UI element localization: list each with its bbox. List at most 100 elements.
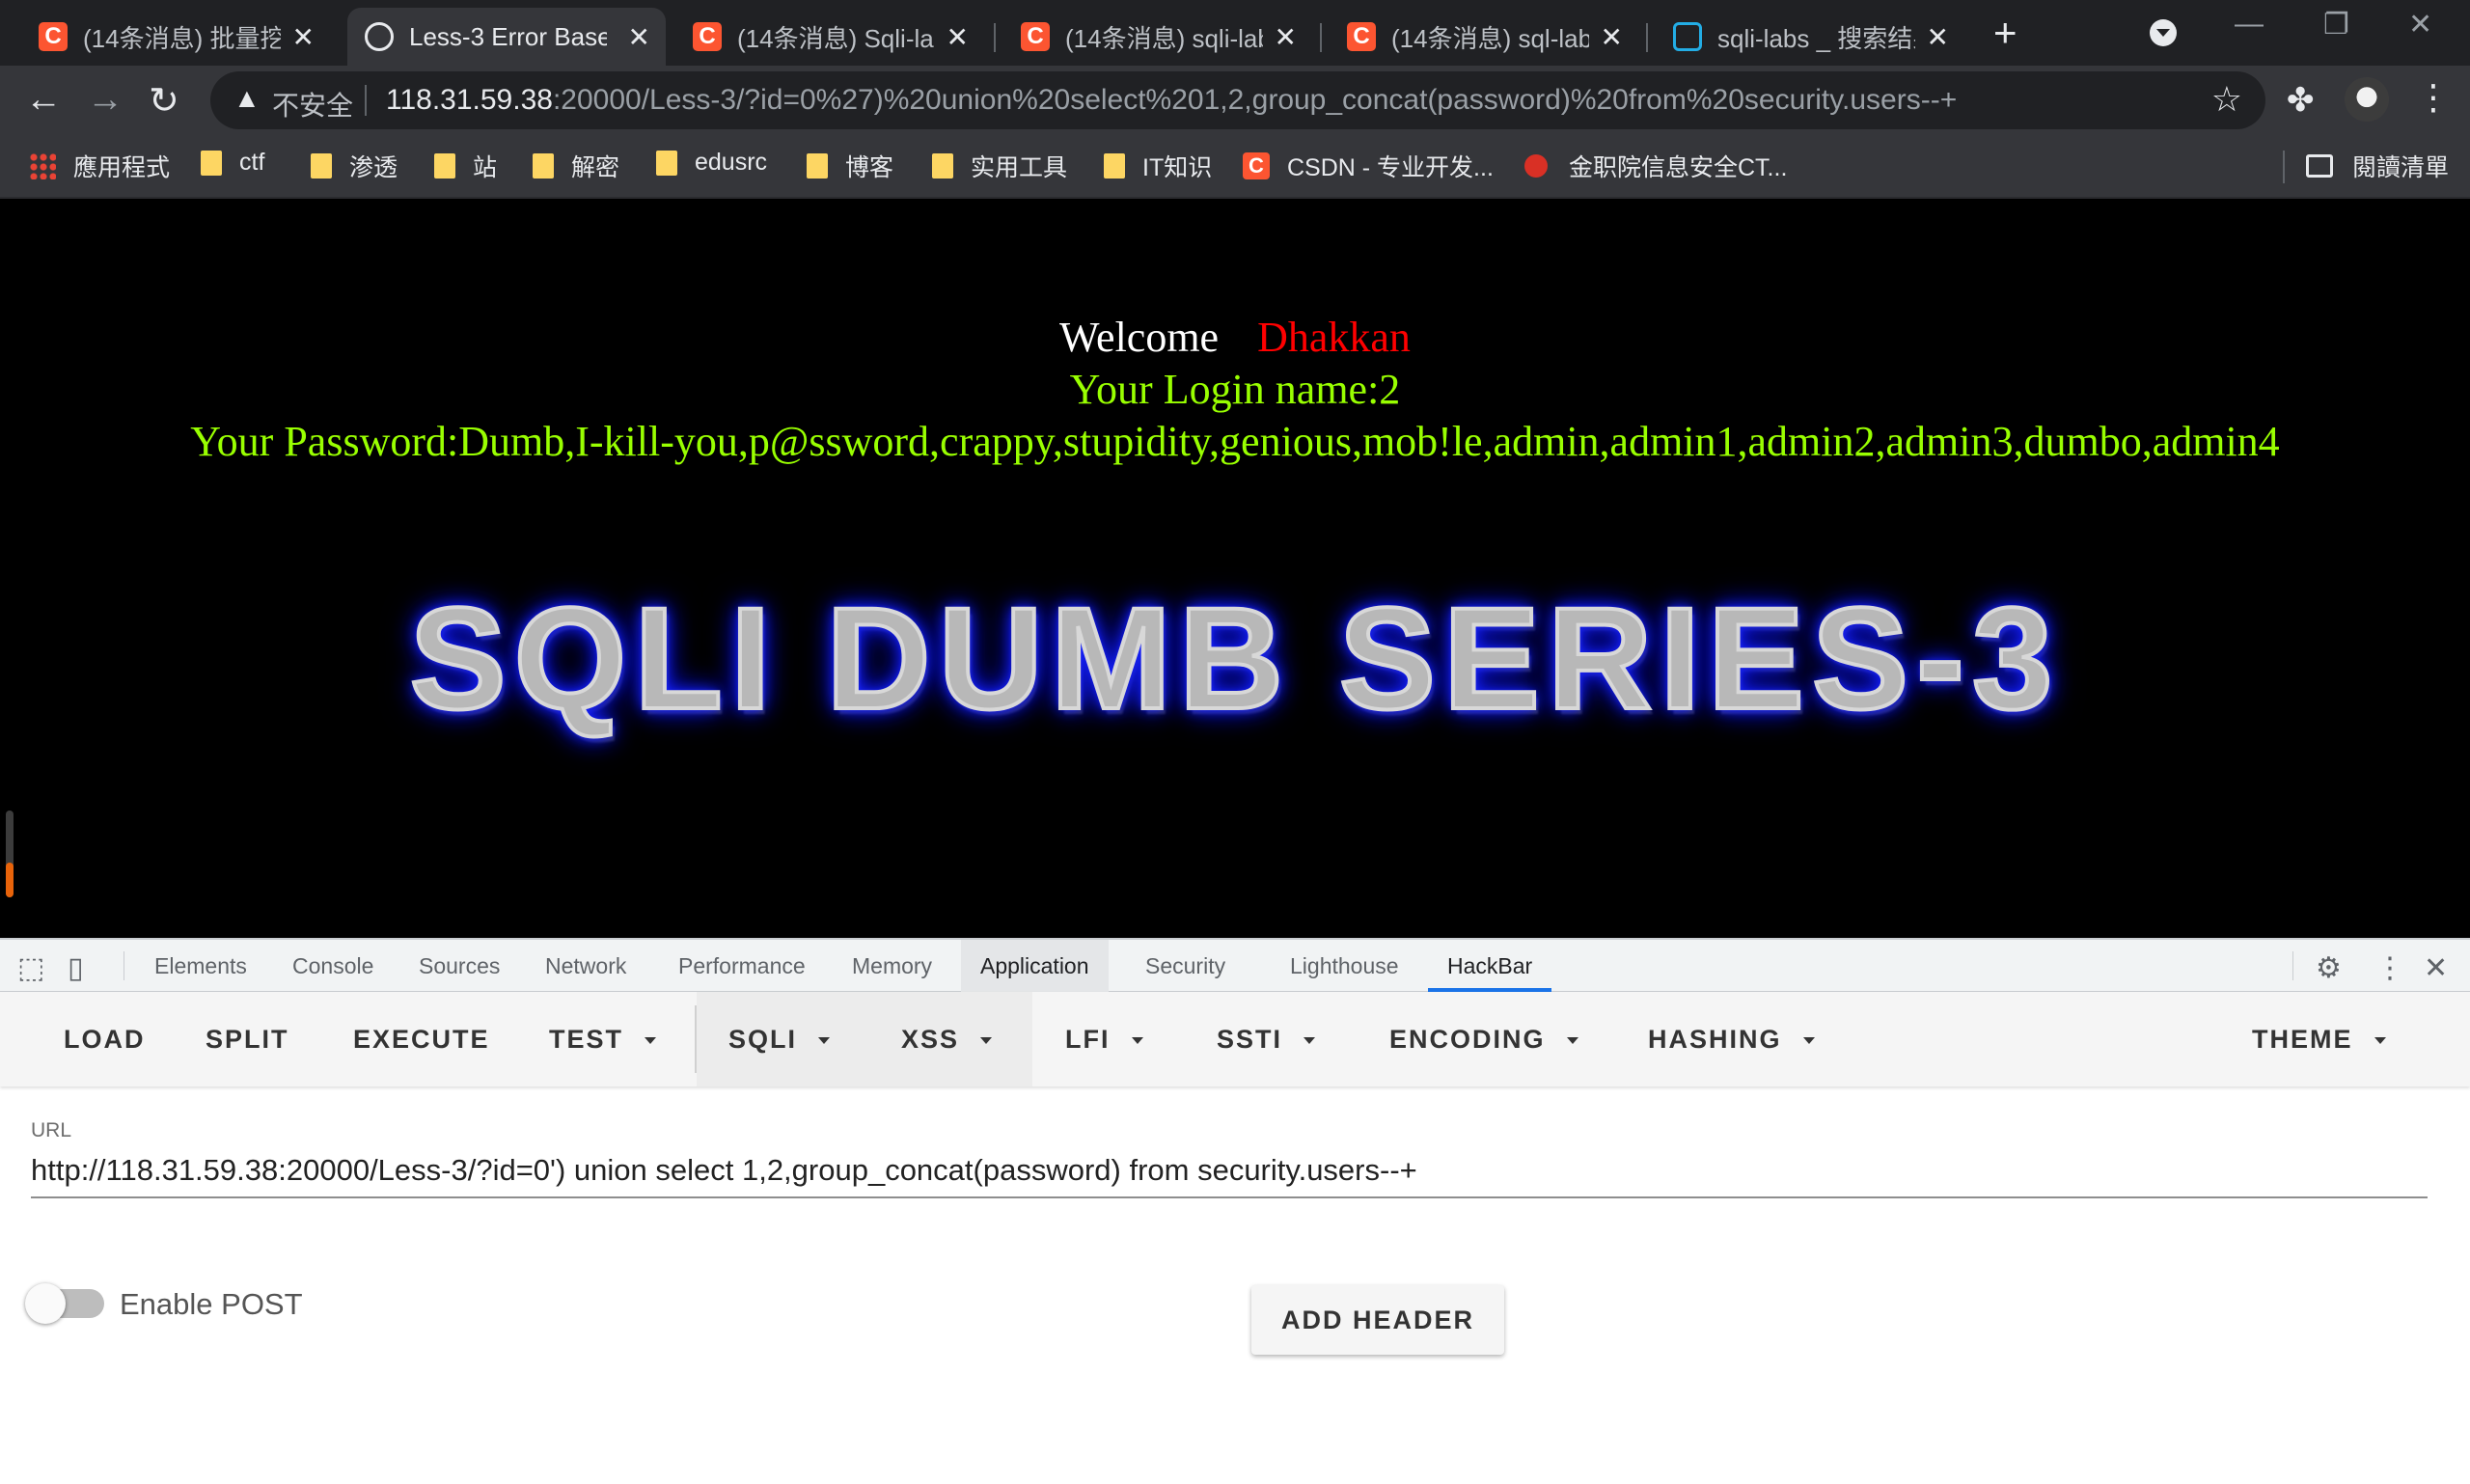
hackbar-split-button[interactable]: SPLIT — [206, 992, 289, 1086]
button-label: SSTI — [1217, 1025, 1283, 1054]
hackbar-theme-menu[interactable]: THEME — [2252, 992, 2386, 1086]
chevron-down-icon — [2374, 1037, 2386, 1045]
bookmark-label: CSDN - 专业开发... — [1287, 154, 1494, 181]
chevron-down-icon — [1304, 1037, 1316, 1045]
username-text: Dhakkan — [1257, 314, 1411, 361]
close-icon[interactable]: ✕ — [1275, 21, 1297, 53]
forward-button[interactable]: → — [87, 79, 124, 121]
devtools-tab-elements[interactable]: Elements — [135, 940, 266, 992]
devtools-tab-application[interactable]: Application — [961, 940, 1109, 992]
devtools-tab-console[interactable]: Console — [273, 940, 393, 992]
devtools-close-icon[interactable]: ✕ — [2424, 951, 2448, 985]
hackbar-test-menu[interactable]: TEST — [549, 992, 657, 1086]
devtools-tab-sources[interactable]: Sources — [399, 940, 519, 992]
close-icon[interactable]: ✕ — [292, 21, 315, 53]
devtools-tab-lighthouse[interactable]: Lighthouse — [1271, 940, 1418, 992]
bookmark-folder[interactable]: IT知识 — [1104, 149, 1212, 183]
folder-icon — [434, 153, 455, 179]
browser-tab[interactable]: C (14条消息) sql-lab ✕ — [1330, 8, 1638, 66]
hackbar-load-button[interactable]: LOAD — [64, 992, 146, 1086]
bookmark-label: 金职院信息安全CT... — [1569, 154, 1788, 181]
hackbar-sqli-menu[interactable]: SQLI — [728, 992, 831, 1086]
close-icon[interactable]: ✕ — [947, 21, 969, 53]
close-icon[interactable]: ✕ — [628, 21, 650, 53]
csdn-icon: C — [1243, 152, 1270, 179]
page-scrollbar[interactable] — [6, 811, 14, 897]
browser-tab[interactable]: sqli-labs _ 搜索结果 ✕ — [1656, 8, 1964, 66]
restore-button[interactable]: ❐ — [2323, 8, 2349, 41]
extensions-puzzle-icon[interactable]: ✤ — [2287, 81, 2315, 120]
warning-icon[interactable]: ▲ — [233, 83, 261, 114]
add-header-button[interactable]: ADD HEADER — [1251, 1285, 1504, 1355]
address-url[interactable]: 118.31.59.38:20000/Less-3/?id=0%27)%20un… — [386, 84, 1957, 117]
bookmark-apps[interactable]: 應用程式 — [29, 149, 170, 183]
devtools-tab-network[interactable]: Network — [526, 940, 645, 992]
toggle-knob — [25, 1283, 66, 1324]
bookmark-folder[interactable]: 解密 — [533, 149, 619, 183]
bookmark-label: 應用程式 — [73, 154, 171, 181]
hackbar-toolbar: LOAD SPLIT EXECUTE TEST SQLI XSS LFI SST… — [0, 992, 2470, 1086]
chevron-down-icon — [818, 1037, 831, 1045]
bookmark-label: edusrc — [695, 149, 768, 176]
back-button[interactable]: ← — [25, 79, 62, 121]
reading-list-icon — [2306, 154, 2333, 178]
bookmark-link[interactable]: 金职院信息安全CT... — [1524, 149, 1787, 183]
hackbar-ssti-menu[interactable]: SSTI — [1217, 992, 1316, 1086]
page-viewport: Welcome Dhakkan Your Login name:2 Your Pa… — [0, 199, 2470, 938]
chevron-down-icon — [1802, 1037, 1815, 1045]
insecure-label[interactable]: 不安全 — [272, 85, 353, 124]
reading-list-label: 閱讀清單 — [2352, 154, 2450, 181]
folder-icon — [932, 153, 953, 179]
bookmark-folder[interactable]: 渗透 — [311, 149, 398, 183]
address-bar[interactable]: ▲ 不安全 118.31.59.38:20000/Less-3/?id=0%27… — [210, 71, 2265, 129]
hackbar-hashing-menu[interactable]: HASHING — [1648, 992, 1815, 1086]
csdn-icon: C — [39, 22, 68, 51]
browser-tab-strip: C (14条消息) 批量挖s ✕ Less-3 Error Based ✕ C … — [0, 0, 2470, 66]
folder-icon — [201, 150, 222, 176]
bookmark-folder[interactable]: 站 — [434, 149, 497, 183]
hackbar-xss-menu[interactable]: XSS — [901, 992, 993, 1086]
bookmark-label: IT知识 — [1142, 154, 1213, 181]
bookmark-link[interactable]: C CSDN - 专业开发... — [1243, 149, 1494, 183]
bookmark-folder[interactable]: edusrc — [656, 149, 767, 177]
close-icon[interactable]: ✕ — [1927, 21, 1949, 53]
minimize-button[interactable]: — — [2235, 8, 2264, 41]
reading-list-button[interactable]: 閱讀清單 — [2306, 149, 2449, 183]
folder-icon — [311, 153, 332, 179]
bookmark-star-icon[interactable]: ☆ — [2211, 79, 2242, 120]
bookmark-folder[interactable]: 博客 — [807, 149, 893, 183]
new-tab-button[interactable]: + — [1993, 10, 2017, 56]
devtools-tab-performance[interactable]: Performance — [659, 940, 825, 992]
profile-avatar[interactable] — [2345, 77, 2389, 122]
tab-title: Less-3 Error Based — [409, 21, 607, 51]
devtools-tab-memory[interactable]: Memory — [833, 940, 951, 992]
chrome-menu-icon[interactable]: ⋮ — [2416, 77, 2451, 118]
bookmark-folder[interactable]: 实用工具 — [932, 149, 1067, 183]
chevron-down-icon — [980, 1037, 993, 1045]
enable-post-toggle[interactable] — [25, 1283, 104, 1324]
reload-button[interactable]: ↻ — [149, 79, 179, 123]
button-label: LOAD — [64, 1025, 146, 1054]
hackbar-encoding-menu[interactable]: ENCODING — [1389, 992, 1578, 1086]
address-host: 118.31.59.38 — [386, 84, 553, 116]
browser-tab[interactable]: C (14条消息) Sqli-lab ✕ — [675, 8, 984, 66]
browser-tab-active[interactable]: Less-3 Error Based ✕ — [347, 8, 666, 66]
browser-tab[interactable]: C (14条消息) 批量挖s ✕ — [21, 8, 330, 66]
address-path: :20000/Less-3/?id=0%27)%20union%20select… — [552, 84, 1958, 116]
browser-tab[interactable]: C (14条消息) sqli-lab ✕ — [1003, 8, 1312, 66]
tab-separator — [1320, 23, 1322, 52]
window-close-button[interactable]: ✕ — [2408, 8, 2432, 41]
settings-gear-icon[interactable]: ⚙ — [2316, 951, 2342, 985]
devtools-more-icon[interactable]: ⋮ — [2375, 951, 2404, 985]
inspect-element-icon[interactable]: ⬚ — [17, 951, 44, 985]
hackbar-lfi-menu[interactable]: LFI — [1065, 992, 1143, 1086]
bookmark-folder[interactable]: ctf — [201, 149, 264, 177]
devtools-tab-hackbar[interactable]: HackBar — [1428, 940, 1552, 992]
close-icon[interactable]: ✕ — [1601, 21, 1623, 53]
devtools-tab-security[interactable]: Security — [1126, 940, 1245, 992]
tab-search-button[interactable] — [2150, 19, 2177, 46]
device-toolbar-icon[interactable]: ▯ — [68, 951, 84, 985]
tab-separator — [1646, 23, 1648, 52]
hackbar-execute-button[interactable]: EXECUTE — [353, 992, 490, 1086]
hackbar-url-input[interactable] — [31, 1144, 2428, 1198]
